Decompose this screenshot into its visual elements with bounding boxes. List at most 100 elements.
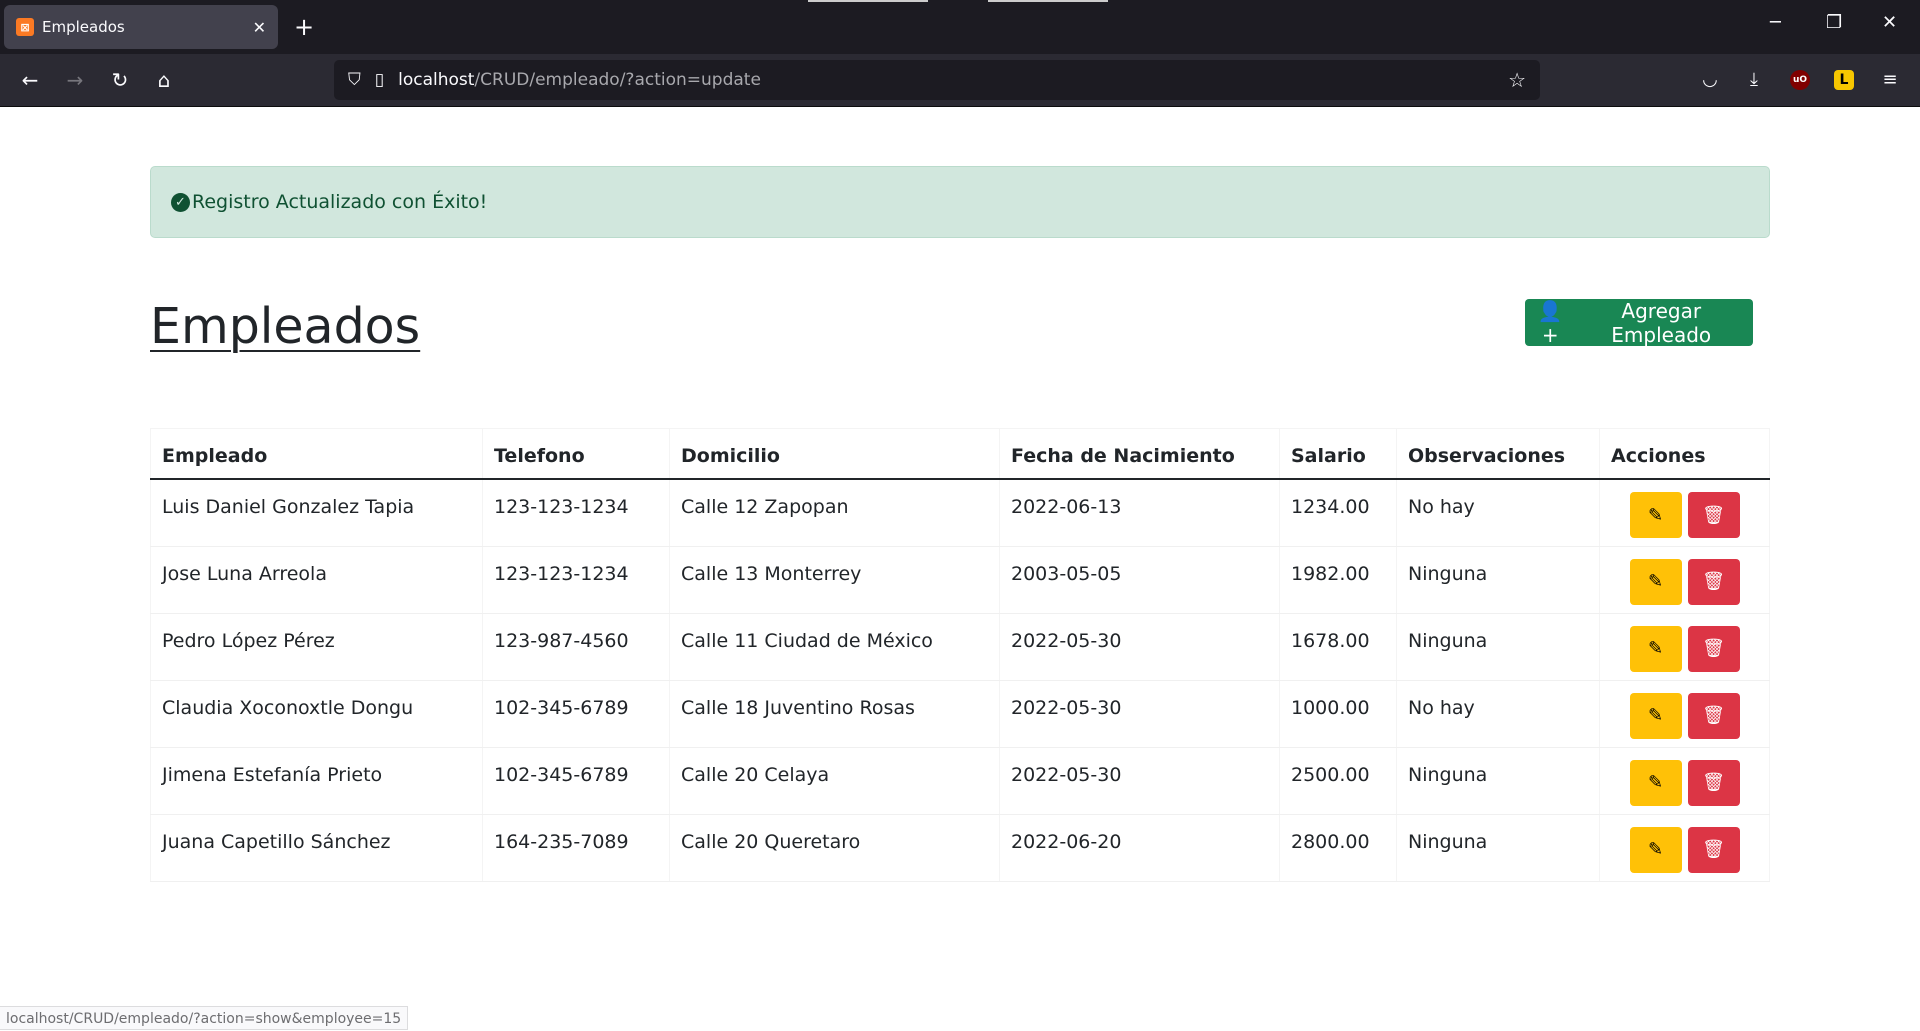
tab-close-icon[interactable]: ✕ xyxy=(253,18,266,37)
trash-icon: 🗑 xyxy=(1702,705,1725,725)
cell-fecha: 2022-06-13 xyxy=(999,479,1280,547)
delete-button[interactable]: 🗑 xyxy=(1687,759,1740,806)
alert-message: Registro Actualizado con Éxito! xyxy=(192,191,488,213)
browser-tab-active[interactable]: ⊠ Empleados ✕ xyxy=(4,5,278,49)
extension-l-icon[interactable]: L xyxy=(1834,70,1854,90)
cell-telefono: 123-123-1234 xyxy=(482,479,670,547)
pencil-icon: ✎ xyxy=(1647,705,1664,725)
table-row: Luis Daniel Gonzalez Tapia 123-123-1234 Ca… xyxy=(150,479,1770,547)
cell-fecha: 2003-05-05 xyxy=(999,546,1280,614)
header-domicilio: Domicilio xyxy=(669,428,1000,480)
menu-hamburger-icon[interactable]: ≡ xyxy=(1878,68,1902,92)
table-row: Pedro López Pérez 123-987-4560 Calle 11 Ci… xyxy=(150,613,1770,681)
new-tab-plus-icon[interactable]: + xyxy=(294,12,314,42)
cell-domicilio: Calle 11 Ciudad de México xyxy=(669,613,1000,681)
cell-telefono: 123-123-1234 xyxy=(482,546,670,614)
url-path: /CRUD/empleado/?action=update xyxy=(474,70,761,90)
cell-telefono: 102-345-6789 xyxy=(482,747,670,815)
table-body: Luis Daniel Gonzalez Tapia 123-123-1234 Ca… xyxy=(150,479,1770,882)
header-fecha-nacimiento: Fecha de Nacimiento xyxy=(999,428,1280,480)
pencil-icon: ✎ xyxy=(1647,772,1664,792)
page-info-icon[interactable]: ▯ xyxy=(375,70,384,90)
forward-arrow-icon[interactable]: → xyxy=(61,66,89,94)
delete-button[interactable]: 🗑 xyxy=(1687,492,1740,538)
tab-title: Empleados xyxy=(42,18,125,36)
header-empleado: Empleado xyxy=(150,428,483,480)
url-host: localhost xyxy=(398,70,475,90)
header-telefono: Telefono xyxy=(482,428,670,480)
trash-icon: 🗑 xyxy=(1702,839,1725,859)
table-row: Juana Capetillo Sánchez 164-235-7089 Calle… xyxy=(150,814,1770,882)
cell-acciones: ✎ 🗑 xyxy=(1599,613,1770,681)
cell-domicilio: Calle 18 Juventino Rosas xyxy=(669,680,1000,748)
cell-domicilio: Calle 20 Queretaro xyxy=(669,814,1000,882)
table-row: Jose Luna Arreola 123-123-1234 Calle 13 Mo… xyxy=(150,546,1770,614)
edit-button[interactable]: ✎ xyxy=(1629,558,1682,605)
browser-tab-bar: ⊠ Empleados ✕ + ─ ❐ ✕ xyxy=(0,0,1920,54)
cell-acciones: ✎ 🗑 xyxy=(1599,546,1770,614)
header-acciones: Acciones xyxy=(1599,428,1770,480)
edit-button[interactable]: ✎ xyxy=(1629,692,1682,739)
delete-button[interactable]: 🗑 xyxy=(1687,692,1740,739)
close-window-icon[interactable]: ✕ xyxy=(1882,12,1897,33)
header-observaciones: Observaciones xyxy=(1396,428,1600,480)
restore-window-icon[interactable]: ❐ xyxy=(1826,12,1842,33)
cell-acciones: ✎ 🗑 xyxy=(1599,680,1770,748)
cell-observaciones: Ninguna xyxy=(1396,747,1600,815)
cell-observaciones: Ninguna xyxy=(1396,814,1600,882)
cell-telefono: 102-345-6789 xyxy=(482,680,670,748)
bookmark-star-icon[interactable]: ☆ xyxy=(1508,68,1526,92)
shield-icon[interactable]: ⛉ xyxy=(348,70,361,90)
cell-fecha: 2022-05-30 xyxy=(999,680,1280,748)
download-icon[interactable]: ⤓ xyxy=(1742,68,1766,92)
pencil-icon: ✎ xyxy=(1647,638,1664,658)
pencil-icon: ✎ xyxy=(1647,504,1664,525)
edit-button[interactable]: ✎ xyxy=(1629,759,1682,806)
url-bar[interactable]: ⛉ ▯ localhost /CRUD/empleado/?action=upd… xyxy=(334,60,1540,100)
ublock-origin-icon[interactable]: uO xyxy=(1790,70,1810,90)
cell-fecha: 2022-06-20 xyxy=(999,814,1280,882)
delete-button[interactable]: 🗑 xyxy=(1687,558,1740,605)
cell-salario: 1982.00 xyxy=(1279,546,1397,614)
delete-button[interactable]: 🗑 xyxy=(1687,826,1740,873)
edit-button[interactable]: ✎ xyxy=(1629,492,1682,538)
header-salario: Salario xyxy=(1279,428,1397,480)
cell-empleado: Pedro López Pérez xyxy=(150,613,483,681)
cell-fecha: 2022-05-30 xyxy=(999,613,1280,681)
cell-salario: 1234.00 xyxy=(1279,479,1397,547)
check-circle-icon: ✓ xyxy=(171,192,190,212)
cell-observaciones: No hay xyxy=(1396,680,1600,748)
cell-empleado: Claudia Xoconoxtle Dongu xyxy=(150,680,483,748)
trash-icon: 🗑 xyxy=(1702,504,1725,525)
cell-empleado: Juana Capetillo Sánchez xyxy=(150,814,483,882)
minimize-window-icon[interactable]: ─ xyxy=(1770,12,1781,33)
cell-domicilio: Calle 20 Celaya xyxy=(669,747,1000,815)
cell-acciones: ✎ 🗑 xyxy=(1599,747,1770,815)
window-drag-indicator xyxy=(808,0,928,2)
delete-button[interactable]: 🗑 xyxy=(1687,625,1740,672)
cell-salario: 1000.00 xyxy=(1279,680,1397,748)
edit-button[interactable]: ✎ xyxy=(1629,826,1682,873)
home-icon[interactable]: ⌂ xyxy=(150,66,178,94)
reload-icon[interactable]: ↻ xyxy=(106,66,134,94)
trash-icon: 🗑 xyxy=(1702,571,1725,591)
add-employee-button[interactable]: 👤+ Agregar Empleado xyxy=(1525,298,1753,347)
cell-domicilio: Calle 12 Zapopan xyxy=(669,479,1000,547)
pocket-icon[interactable]: ◡ xyxy=(1698,68,1722,92)
page-header: Empleados 👤+ Agregar Empleado xyxy=(150,238,1770,368)
cell-empleado: Jose Luna Arreola xyxy=(150,546,483,614)
pencil-icon: ✎ xyxy=(1647,571,1664,591)
cell-empleado: Luis Daniel Gonzalez Tapia xyxy=(150,479,483,547)
add-employee-label: Agregar Empleado xyxy=(1611,298,1712,347)
success-alert: ✓ Registro Actualizado con Éxito! xyxy=(150,166,1770,238)
cell-empleado: Jimena Estefanía Prieto xyxy=(150,747,483,815)
cell-salario: 1678.00 xyxy=(1279,613,1397,681)
trash-icon: 🗑 xyxy=(1702,638,1725,658)
employees-table: Empleado Telefono Domicilio Fecha de Nac… xyxy=(150,428,1770,882)
cell-observaciones: Ninguna xyxy=(1396,613,1600,681)
xampp-favicon-icon: ⊠ xyxy=(16,18,34,36)
trash-icon: 🗑 xyxy=(1702,772,1725,792)
edit-button[interactable]: ✎ xyxy=(1629,625,1682,672)
back-arrow-icon[interactable]: ← xyxy=(16,66,44,94)
cell-salario: 2500.00 xyxy=(1279,747,1397,815)
